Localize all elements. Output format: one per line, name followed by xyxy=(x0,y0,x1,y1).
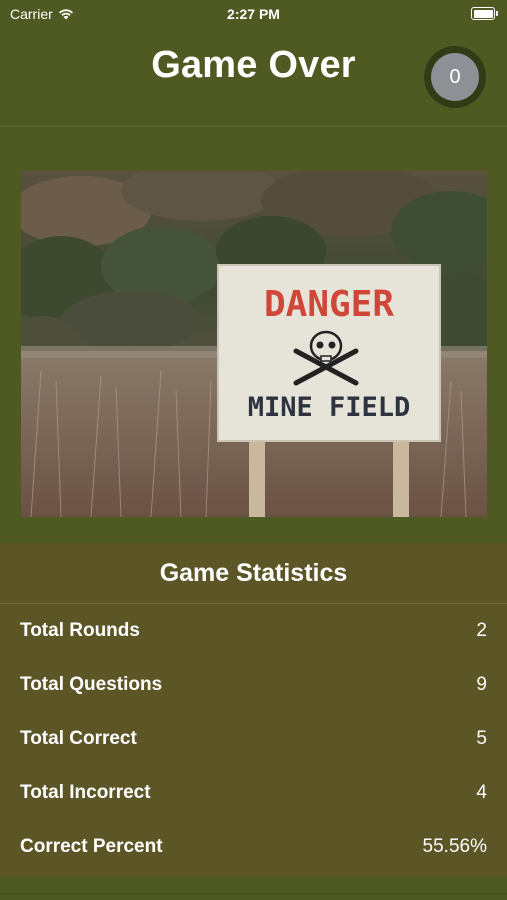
stat-row-correct-percent: Correct Percent 55.56% xyxy=(0,820,507,874)
stat-label: Total Questions xyxy=(20,674,163,695)
sign-text-mine-field: MINE FIELD xyxy=(248,392,411,423)
stat-label: Total Rounds xyxy=(20,620,140,641)
sign-text-danger: DANGER xyxy=(264,284,394,325)
bottom-divider xyxy=(0,893,507,894)
stat-value: 4 xyxy=(476,782,487,803)
stat-label: Total Incorrect xyxy=(20,782,151,803)
stat-row-total-correct: Total Correct 5 xyxy=(0,712,507,766)
score-badge[interactable]: 0 xyxy=(424,46,486,108)
stats-title: Game Statistics xyxy=(0,543,507,604)
stat-label: Total Correct xyxy=(20,728,137,749)
header-divider xyxy=(0,126,507,127)
stat-value: 2 xyxy=(476,620,487,641)
stat-value: 9 xyxy=(476,674,487,695)
battery-icon xyxy=(471,7,498,20)
stat-value: 55.56% xyxy=(422,836,487,857)
stat-row-total-questions: Total Questions 9 xyxy=(0,658,507,712)
stat-value: 5 xyxy=(476,728,487,749)
score-value: 0 xyxy=(431,53,479,101)
status-bar: Carrier 2:27 PM xyxy=(0,0,507,28)
stat-row-total-rounds: Total Rounds 2 xyxy=(0,604,507,658)
status-time: 2:27 PM xyxy=(227,6,280,22)
danger-minefield-photo: DANGER MINE FIELD xyxy=(21,171,487,517)
game-statistics-panel: Game Statistics Total Rounds 2 Total Que… xyxy=(0,543,507,876)
stat-row-total-incorrect: Total Incorrect 4 xyxy=(0,766,507,820)
stat-label: Correct Percent xyxy=(20,836,163,857)
